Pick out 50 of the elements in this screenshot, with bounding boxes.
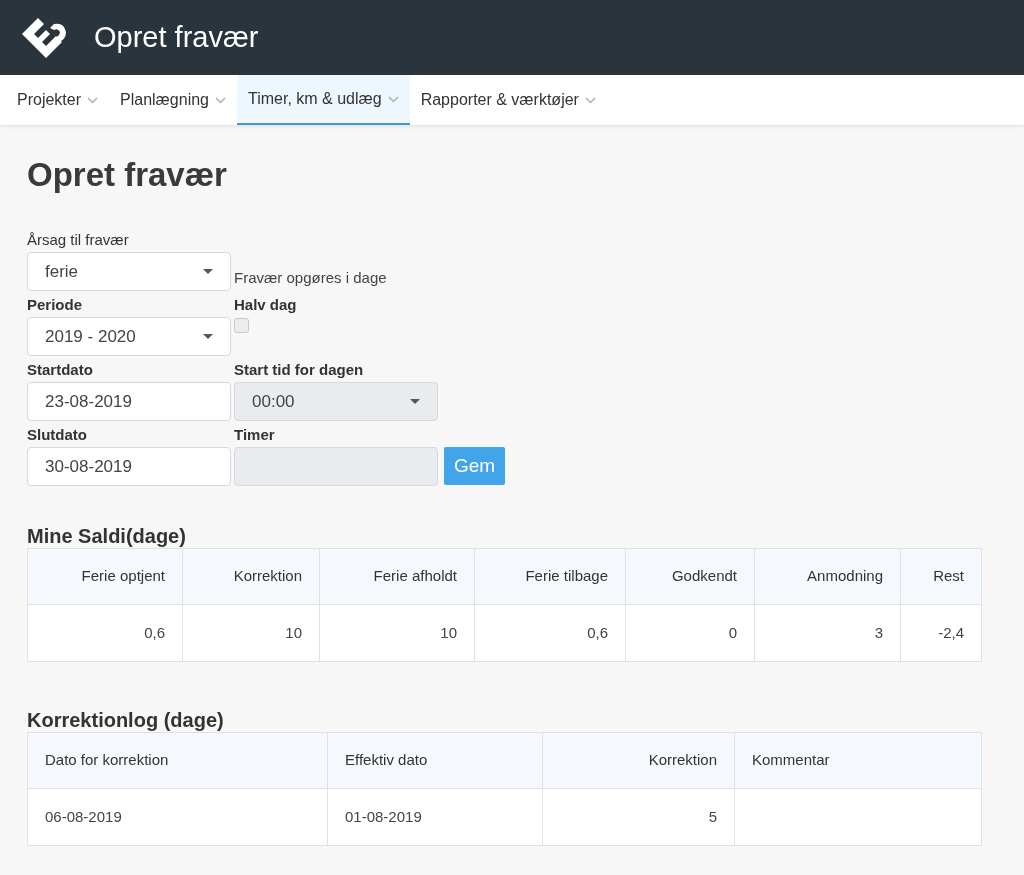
chevron-down-icon [215, 96, 226, 104]
table-cell: 06-08-2019 [45, 807, 122, 825]
column-header: Ferie optjent [27, 548, 183, 605]
chevron-down-icon [87, 96, 99, 104]
page-title: Opret fravær [27, 155, 228, 195]
unit-note: Fravær opgøres i dage [234, 267, 387, 288]
logo-icon [20, 15, 68, 60]
nav-tab[interactable]: Timer, km & udlæg [237, 75, 410, 125]
table-cell: 0,6 [587, 623, 608, 641]
field-label: Start tid for dagen [234, 360, 365, 380]
column-header: Anmodning [754, 548, 901, 605]
field-label: Startdato [27, 360, 94, 380]
header-title: Opret fravær [94, 19, 259, 55]
nav-tab[interactable]: Rapporter & værktøjer [409, 75, 607, 125]
field-label: Halv dag [234, 295, 298, 315]
column-header: Rest [900, 548, 982, 605]
section-title: Korrektionlog (dage) [27, 708, 225, 732]
section-title: Mine Saldi(dage) [27, 524, 187, 548]
field-label: Årsag til fravær [27, 230, 130, 250]
table-cell: 01-08-2019 [345, 807, 422, 825]
column-header: Effektiv dato [327, 732, 543, 789]
input-field[interactable]: 30-08-2019 [27, 447, 231, 486]
table-cell: 0 [728, 623, 737, 641]
column-header: Korrektion [182, 548, 320, 605]
table-cell: 5 [708, 807, 717, 825]
checkbox[interactable] [234, 318, 249, 333]
input-field[interactable]: 23-08-2019 [27, 382, 231, 421]
table-cell: 0,6 [144, 623, 165, 641]
chevron-down-icon [584, 96, 596, 104]
field-label: Timer [234, 425, 276, 445]
column-header: Godkendt [625, 548, 755, 605]
column-header: Kommentar [734, 732, 982, 789]
caret-icon [410, 398, 420, 405]
table-cell: 10 [440, 623, 457, 641]
chevron-down-icon [387, 95, 399, 103]
column-header: Ferie tilbage [474, 548, 626, 605]
table-cell: 10 [285, 623, 302, 641]
column-header: Dato for korrektion [27, 732, 328, 789]
caret-icon [203, 268, 213, 275]
table-cell: -2,4 [938, 623, 964, 641]
nav-tab[interactable]: Planlægning [109, 75, 237, 125]
column-header: Korrektion [542, 732, 735, 789]
field-label: Slutdato [27, 425, 88, 445]
table-cell: 3 [874, 623, 883, 641]
select-dropdown[interactable]: 2019 - 2020 [27, 317, 231, 356]
column-header: Ferie afholdt [319, 548, 475, 605]
field-label: Periode [27, 295, 84, 315]
nav-tab[interactable]: Projekter [6, 75, 110, 125]
caret-icon [203, 333, 213, 340]
select-dropdown[interactable]: ferie [27, 252, 231, 291]
